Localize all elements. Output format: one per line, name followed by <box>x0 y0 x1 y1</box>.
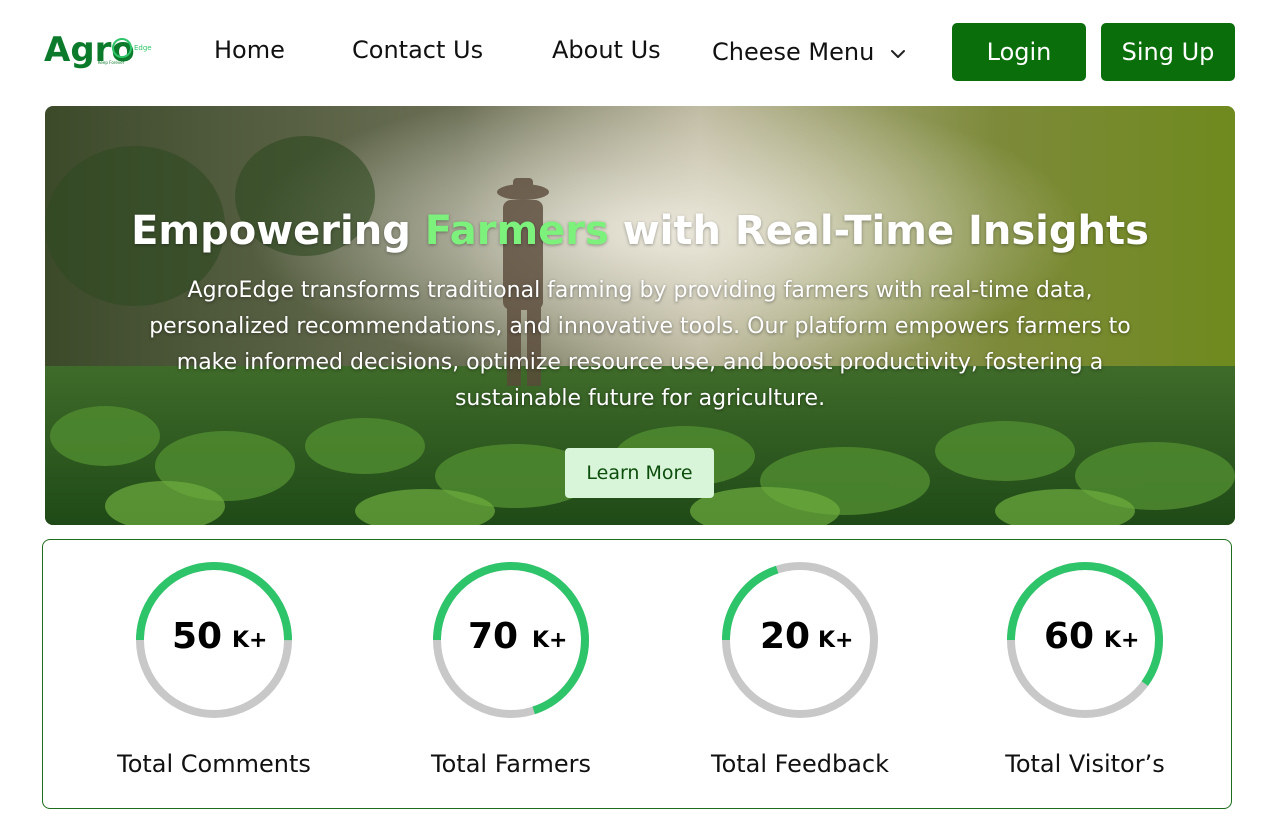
nav-contact-us[interactable]: Contact Us <box>352 36 483 64</box>
stat-suffix: K+ <box>532 628 568 653</box>
stat-label: Total Visitor’s <box>1005 750 1165 778</box>
stats-panel: 50 K+ Total Comments 70 K+ Total Farmers… <box>42 539 1232 809</box>
hero-title-highlight: Farmers <box>424 208 609 254</box>
stat-card: 60 K+ Total Visitor’s <box>965 560 1205 800</box>
nav-cheese-menu-dropdown[interactable]: Cheese Menu <box>712 38 908 66</box>
stat-card: 20 K+ Total Feedback <box>680 560 920 800</box>
nav-cheese-menu-label: Cheese Menu <box>712 38 875 66</box>
stat-value: 50 <box>172 616 223 657</box>
stat-suffix: K+ <box>232 628 268 653</box>
nav-about-us[interactable]: About Us <box>552 36 661 64</box>
agroedge-logo[interactable]: Agro Edge Keep Forever <box>44 28 154 76</box>
svg-text:Edge: Edge <box>134 44 152 52</box>
stat-label: Total Farmers <box>431 750 591 778</box>
stat-value: 20 <box>760 616 811 657</box>
stat-label: Total Feedback <box>711 750 889 778</box>
stat-value: 60 <box>1044 616 1095 657</box>
hero-title-post: with Real-Time Insights <box>608 208 1149 254</box>
hero-title-pre: Empowering <box>131 208 425 254</box>
stat-suffix: K+ <box>1104 628 1140 653</box>
login-button[interactable]: Login <box>952 23 1086 81</box>
stat-card: 50 K+ Total Comments <box>94 560 334 800</box>
chevron-down-icon <box>888 42 908 62</box>
nav-home[interactable]: Home <box>214 36 285 64</box>
hero-title: Empowering Farmers with Real-Time Insigh… <box>0 208 1280 254</box>
learn-more-button[interactable]: Learn More <box>565 448 714 498</box>
site-header: Agro Edge Keep Forever Home Contact Us A… <box>0 0 1280 100</box>
stat-suffix: K+ <box>818 628 854 653</box>
stat-value: 70 <box>468 616 519 657</box>
hero-description: AgroEdge transforms traditional farming … <box>149 278 1131 411</box>
signup-button[interactable]: Sing Up <box>1101 23 1235 81</box>
stat-label: Total Comments <box>117 750 311 778</box>
svg-text:Keep Forever: Keep Forever <box>98 60 125 65</box>
stat-card: 70 K+ Total Farmers <box>391 560 631 800</box>
